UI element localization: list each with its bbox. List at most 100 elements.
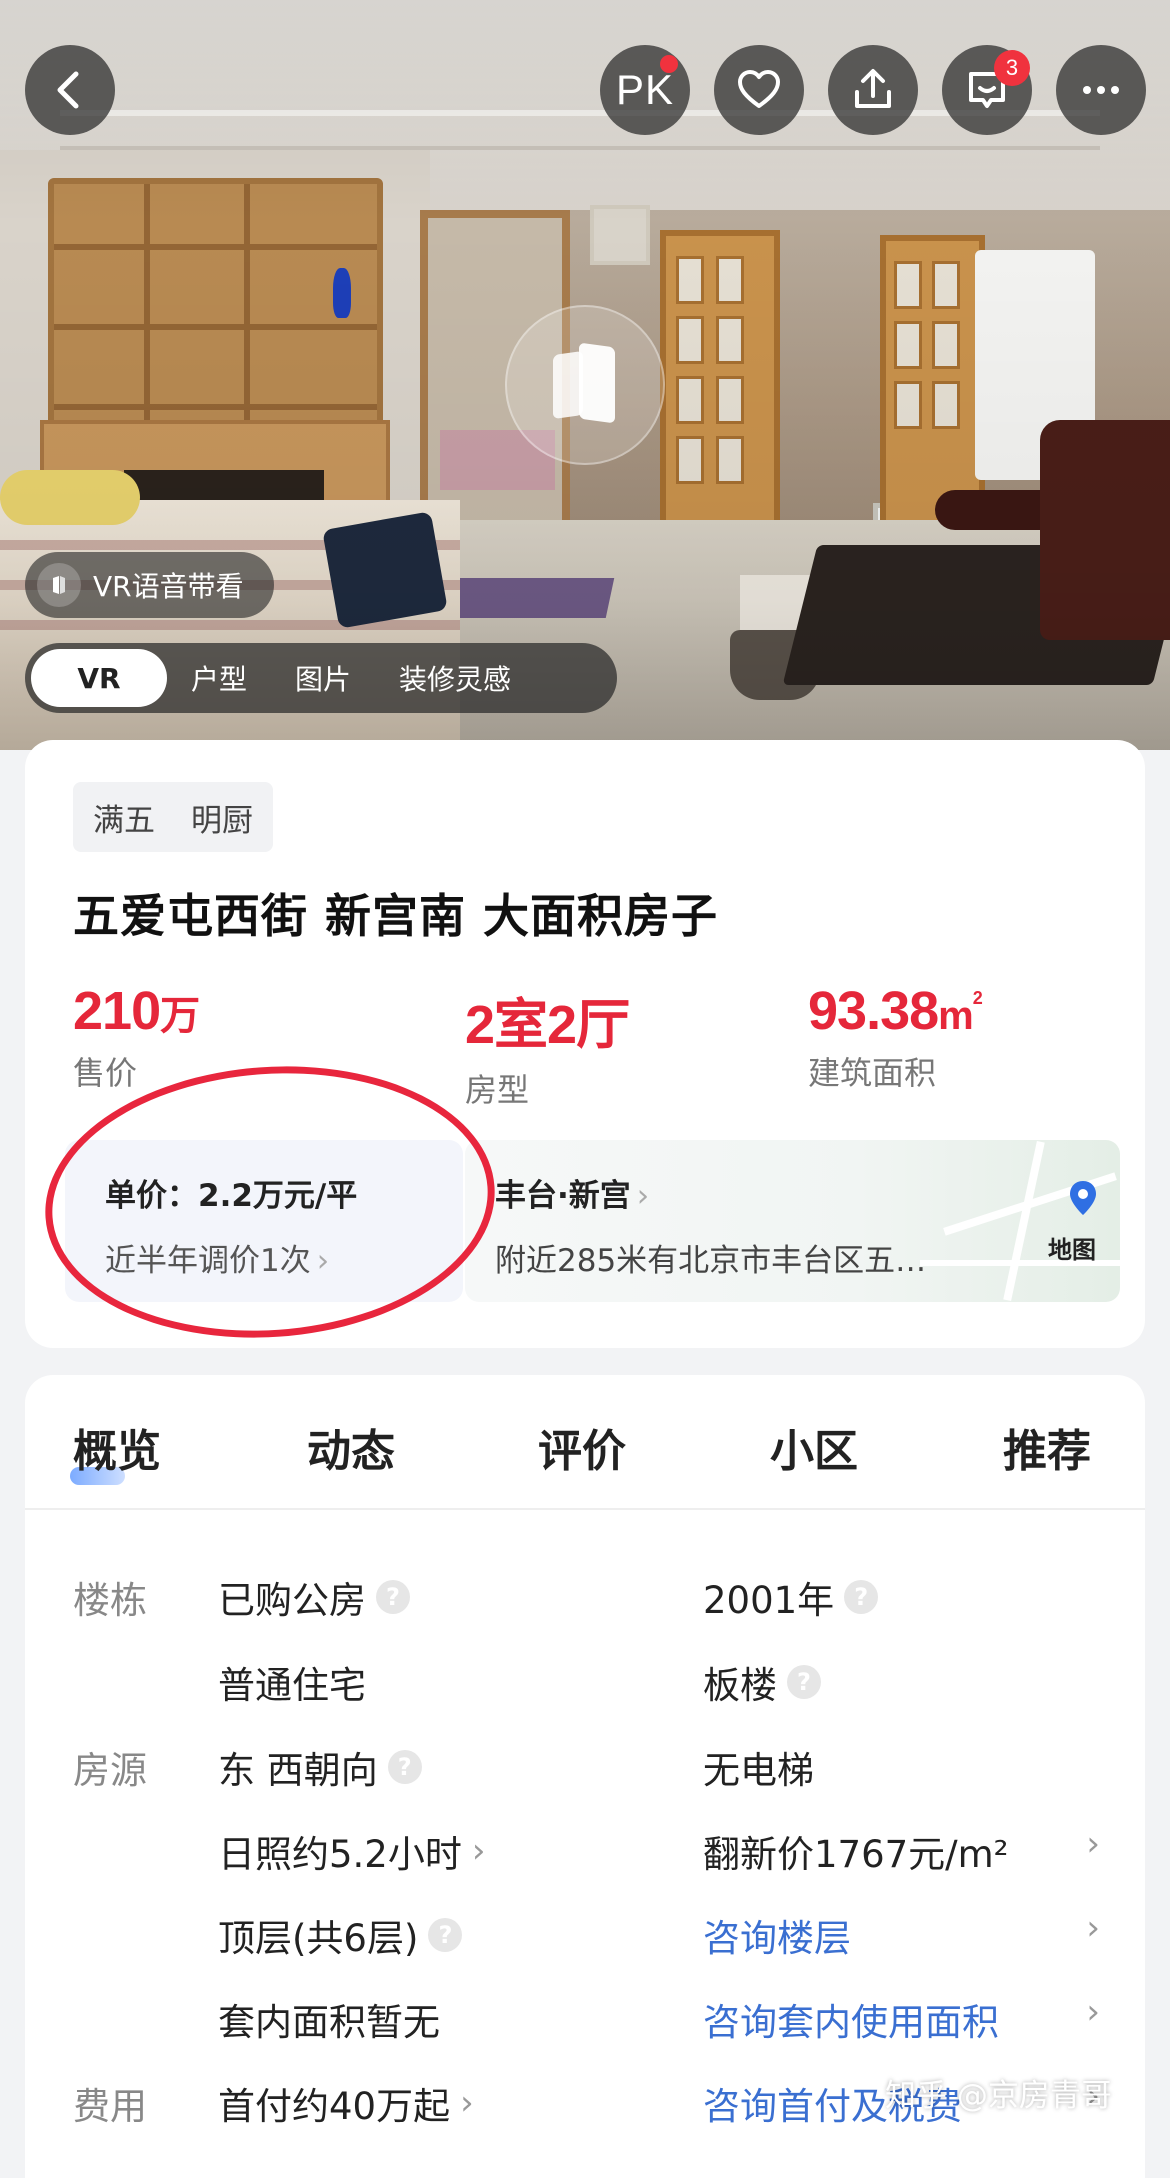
area-value: 93.38 (808, 981, 939, 1041)
listing-tags: 满五 明厨 (73, 782, 273, 852)
tab-overview[interactable]: 概览 (73, 1415, 161, 1479)
detail-value-right: 无电梯 (703, 1740, 814, 1794)
detail-row[interactable]: 套内面积暂无 咨询套内使用面积 › (25, 1992, 1145, 2052)
detail-value-text: 2001年 (703, 1579, 835, 1622)
tag-ming-chu: 明厨 (191, 802, 253, 839)
detail-value-left: 普通住宅 (218, 1655, 366, 1709)
detail-value-left: 已购公房? (218, 1570, 410, 1624)
detail-value-text: 咨询套内使用面积 (703, 2001, 999, 2044)
detail-value-text: 无电梯 (703, 1749, 814, 1792)
detail-row[interactable]: 日照约5.2小时 › 翻新价1767元/m² › (25, 1824, 1145, 1884)
area-stat: 93.38m2 建筑面积 (808, 980, 983, 1094)
tab-updates[interactable]: 动态 (307, 1415, 395, 1479)
chevron-right-icon: › (460, 2083, 474, 2123)
more-dots-icon (1083, 86, 1119, 94)
tab-community[interactable]: 小区 (770, 1415, 858, 1479)
location-box[interactable]: 丰台·新宫 › 附近285米有北京市丰台区五… 地图 (465, 1140, 1120, 1302)
detail-value-left[interactable]: 首付约40万起 › (218, 2076, 474, 2130)
share-button[interactable] (828, 45, 918, 135)
detail-value-text: 首付约40万起 (218, 2085, 451, 2128)
help-icon[interactable]: ? (387, 1750, 422, 1784)
price-unit: 万 (160, 994, 200, 1038)
message-count-badge: 3 (994, 50, 1030, 86)
detail-value-right: 板楼? (703, 1655, 821, 1709)
detail-category: 房源 (73, 1749, 147, 1792)
chevron-right-icon: › (471, 1831, 486, 1871)
detail-section: 概览 动态 评价 小区 推荐 楼栋 已购公房? 2001年? 普通住宅 板楼? 房源东 西… (25, 1375, 1145, 2178)
tab-recommend[interactable]: 推荐 (1003, 1415, 1091, 1479)
help-icon[interactable]: ? (787, 1665, 821, 1699)
detail-category: 费用 (73, 2085, 147, 2128)
detail-row: 房源 东 西朝向? 无电梯 (25, 1740, 1145, 1800)
tag-man-wu: 满五 (93, 802, 155, 839)
detail-value-text: 套内面积暂无 (218, 2001, 440, 2044)
chevron-right-icon: › (636, 1178, 650, 1214)
detail-value-right: 翻新价1767元/m² (703, 1824, 1009, 1878)
back-button[interactable] (25, 45, 115, 135)
detail-value-left[interactable]: 日照约5.2小时 › (218, 1824, 485, 1878)
favorite-button[interactable] (714, 45, 804, 135)
media-tab-floorplan[interactable]: 户型 (167, 649, 271, 707)
watermark: 知乎 @京房青哥 (885, 2078, 1112, 2114)
chevron-right-icon[interactable]: › (1086, 1824, 1100, 1864)
detail-row: 楼栋 已购公房? 2001年? (25, 1570, 1145, 1630)
section-tabs: 概览 动态 评价 小区 推荐 (25, 1375, 1145, 1510)
media-tab-photos[interactable]: 图片 (271, 649, 375, 707)
message-button[interactable]: 3 (942, 45, 1032, 135)
consult-link[interactable]: 咨询套内使用面积 (703, 1992, 999, 2046)
chevron-right-icon[interactable]: › (1086, 1992, 1100, 2032)
detail-value-left: 东 西朝向? (218, 1740, 422, 1794)
map-pin-icon (1070, 1181, 1096, 1215)
detail-value-text: 板楼 (703, 1664, 777, 1707)
consult-link[interactable]: 咨询楼层 (703, 1908, 851, 1962)
heart-icon (738, 70, 780, 108)
pk-compare-button[interactable]: PK (600, 45, 690, 135)
price-label: 售价 (73, 1054, 138, 1092)
price-value: 210 (73, 981, 161, 1041)
media-tab-decor-ideas[interactable]: 装修灵感 (375, 649, 535, 707)
detail-value-left: 套内面积暂无 (218, 1992, 440, 2046)
detail-value-text: 咨询楼层 (703, 1917, 851, 1960)
layout-value: 2室2厅 (465, 995, 630, 1055)
map-label: 地图 (1048, 1236, 1096, 1264)
detail-value-left: 顶层(共6层)? (218, 1908, 463, 1962)
area-label: 建筑面积 (808, 1054, 937, 1092)
share-icon (855, 69, 891, 108)
pk-label: PK (615, 66, 675, 113)
chevron-left-icon (57, 71, 79, 109)
location-district: 丰台·新宫 (495, 1178, 631, 1214)
detail-value-right: 2001年? (703, 1570, 879, 1624)
detail-value-text: 已购公房 (218, 1579, 366, 1622)
vr-play-icon[interactable] (505, 305, 665, 465)
help-icon[interactable]: ? (376, 1580, 410, 1614)
more-button[interactable] (1056, 45, 1146, 135)
detail-row: 普通住宅 板楼? (25, 1655, 1145, 1715)
price-stat: 210万 售价 (73, 980, 200, 1094)
vr-voice-icon (37, 563, 81, 607)
layout-label: 房型 (465, 1071, 530, 1109)
detail-category: 楼栋 (73, 1579, 147, 1622)
vr-voice-label: VR语音带看 (93, 570, 244, 603)
media-tabs: VR 户型 图片 装修灵感 (25, 643, 617, 713)
help-icon[interactable]: ? (428, 1918, 463, 1952)
area-unit-sup: 2 (972, 988, 983, 1008)
detail-row[interactable]: 顶层(共6层)? 咨询楼层 › (25, 1908, 1145, 1968)
vr-voice-tour-button[interactable]: VR语音带看 (25, 552, 274, 618)
price-adjust-history: 近半年调价1次 (105, 1243, 311, 1279)
area-unit: m (938, 994, 974, 1038)
unit-price-box[interactable]: 单价：2.2万元/平 近半年调价1次 › (65, 1140, 463, 1302)
notification-dot (660, 55, 678, 73)
listing-title: 五爱屯西街 新宫南 大面积房子 (73, 889, 719, 943)
detail-value-text: 日照约5.2小时 (218, 1833, 462, 1876)
layout-stat: 2室2厅 房型 (465, 980, 630, 1111)
mini-map[interactable]: 地图 (920, 1140, 1120, 1302)
detail-value-text: 顶层(共6层) (218, 1917, 419, 1960)
unit-price: 单价：2.2万元/平 (105, 1178, 358, 1214)
detail-value-text: 普通住宅 (218, 1664, 366, 1707)
media-tab-vr[interactable]: VR (31, 649, 167, 707)
detail-value-text: 东 西朝向 (218, 1749, 378, 1792)
chevron-right-icon[interactable]: › (1086, 1908, 1100, 1948)
detail-value-text: 翻新价1767元/m² (703, 1833, 1009, 1876)
help-icon[interactable]: ? (844, 1580, 879, 1614)
tab-reviews[interactable]: 评价 (538, 1415, 626, 1479)
